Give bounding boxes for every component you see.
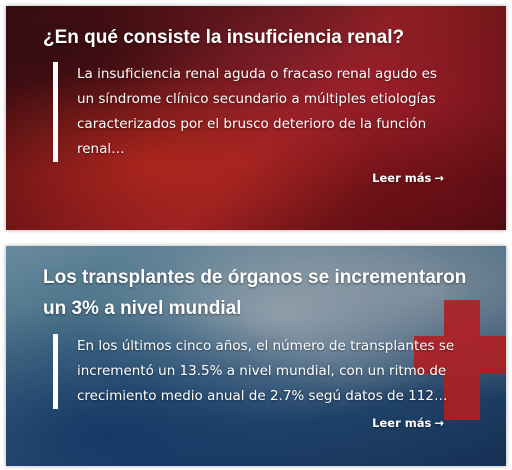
article-title[interactable]: Los transplantes de órganos se increment… <box>43 262 483 324</box>
article-card-organ-transplants[interactable]: Los transplantes de órganos se increment… <box>6 246 506 466</box>
arrow-right-icon: → <box>434 416 444 430</box>
read-more-label: Leer más <box>372 416 432 430</box>
arrow-right-icon: → <box>434 171 444 185</box>
article-title[interactable]: ¿En qué consiste la insuficiencia renal? <box>43 22 483 53</box>
read-more-link[interactable]: Leer más → <box>372 416 444 430</box>
article-excerpt: En los últimos cinco años, el número de … <box>53 334 457 409</box>
read-more-link[interactable]: Leer más → <box>372 171 444 185</box>
article-excerpt: La insuficiencia renal aguda o fracaso r… <box>53 62 457 162</box>
article-card-kidney-failure[interactable]: ¿En qué consiste la insuficiencia renal?… <box>6 6 506 230</box>
read-more-label: Leer más <box>372 171 432 185</box>
